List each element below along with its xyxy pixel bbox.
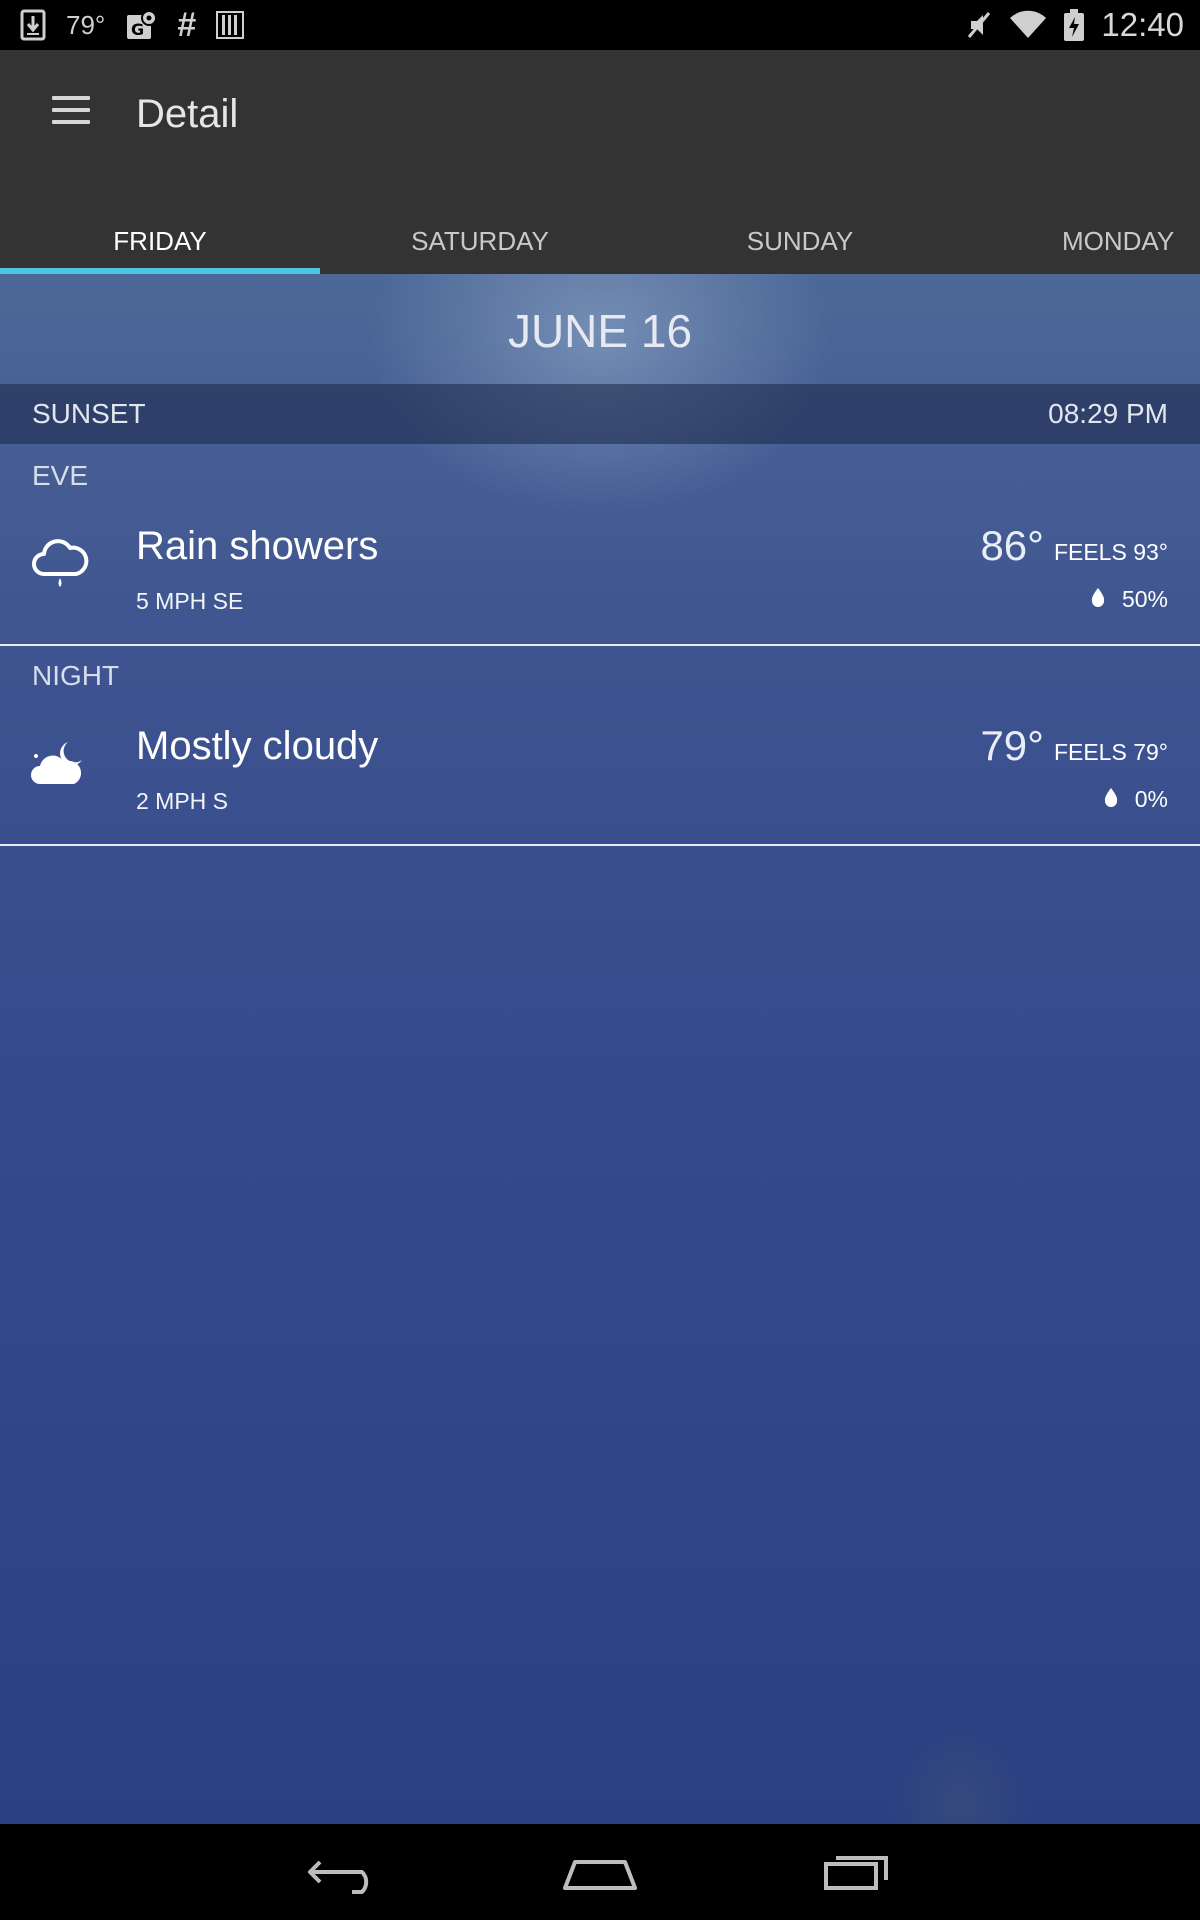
download-icon	[20, 9, 46, 41]
status-time: 12:40	[1101, 6, 1184, 43]
home-icon[interactable]	[555, 1848, 645, 1898]
feels-like: FEELS 93°	[1053, 539, 1168, 565]
date-header: JUNE 16	[507, 305, 693, 357]
barcode-icon	[216, 10, 245, 40]
period-eve[interactable]: EVE Rain showers 5 MPH SE 86° FEELS 93° …	[0, 444, 1200, 646]
period-label: EVE	[32, 460, 89, 491]
feels-like: FEELS 79°	[1053, 739, 1168, 765]
precip-chance: 50%	[1121, 586, 1168, 612]
sunset-row: SUNSET 08:29 PM	[0, 384, 1200, 444]
tab-monday[interactable]: MONDAY	[960, 200, 1200, 274]
temperature: 86°	[980, 522, 1044, 569]
period-night[interactable]: NIGHT Mostly cloudy 2 MPH S 79° FEELS 79…	[0, 644, 1200, 846]
status-bar: 79° G # 12:40	[0, 0, 1200, 50]
temperature: 79°	[980, 722, 1044, 769]
navigation-bar	[0, 1824, 1200, 1920]
rain-cloud-icon	[30, 534, 90, 594]
wind-text: 5 MPH SE	[136, 588, 244, 614]
sunset-time: 08:29 PM	[1048, 398, 1168, 429]
detail-content: JUNE 16 SUNSET 08:29 PM EVE Rain showers…	[0, 274, 1200, 1824]
wifi-icon	[1009, 10, 1047, 40]
period-label: NIGHT	[32, 660, 120, 691]
back-icon[interactable]	[300, 1848, 390, 1898]
svg-text:G: G	[131, 20, 144, 39]
condition-text: Rain showers	[136, 524, 379, 568]
mute-icon	[965, 9, 993, 41]
recents-icon[interactable]	[810, 1848, 900, 1898]
cloudy-night-icon	[30, 734, 90, 794]
raindrop-icon	[1090, 587, 1106, 612]
app-bar: Detail FRIDAY SATURDAY SUNDAY MONDAY	[0, 50, 1200, 274]
menu-icon[interactable]	[52, 96, 92, 136]
sunset-label: SUNSET	[32, 398, 146, 429]
precip-chance: 0%	[1134, 786, 1168, 812]
tab-sunday[interactable]: SUNDAY	[640, 200, 960, 274]
page-title: Detail	[136, 92, 239, 136]
raindrop-icon	[1103, 787, 1119, 812]
status-temperature: 79°	[66, 9, 106, 40]
battery-charging-icon	[1063, 8, 1085, 42]
tab-friday[interactable]: FRIDAY	[0, 200, 320, 274]
maps-icon: G	[125, 9, 158, 41]
wind-text: 2 MPH S	[136, 788, 229, 814]
hash-icon: #	[177, 5, 197, 44]
day-tabs: FRIDAY SATURDAY SUNDAY MONDAY	[0, 200, 1200, 274]
condition-text: Mostly cloudy	[136, 724, 379, 768]
tab-saturday[interactable]: SATURDAY	[320, 200, 640, 274]
